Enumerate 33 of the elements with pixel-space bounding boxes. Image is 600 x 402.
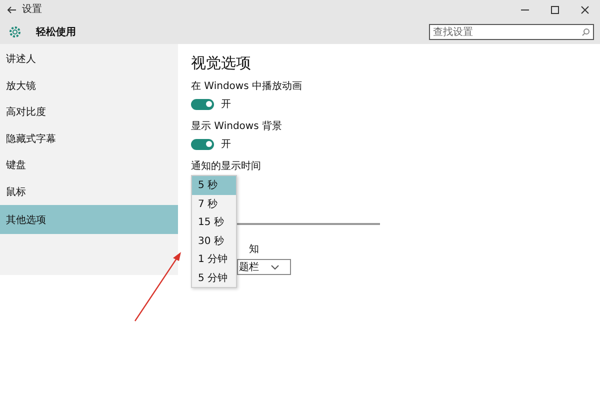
toggle-state: 开 bbox=[221, 98, 231, 111]
window-title: 设置 bbox=[22, 4, 42, 16]
sidebar-item[interactable]: 讲述人 bbox=[0, 46, 178, 72]
dropdown[interactable]: 题栏 bbox=[237, 259, 291, 275]
setting-label: 通知的显示时间 bbox=[191, 161, 262, 173]
menu-option[interactable]: 5 分钟 bbox=[192, 268, 236, 287]
setting-label: 显示 Windows 背景 bbox=[191, 121, 283, 133]
sidebar-item[interactable]: 隐藏式字幕 bbox=[0, 126, 178, 152]
setting-label: 知 bbox=[249, 243, 260, 256]
setting-label: 在 Windows 中播放动画 bbox=[191, 81, 303, 93]
section-heading: 视觉选项 bbox=[191, 54, 252, 73]
gear-icon bbox=[8, 25, 22, 39]
menu-option[interactable]: 15 秒 bbox=[192, 213, 236, 232]
sidebar-item[interactable]: 鼠标 bbox=[0, 178, 178, 205]
sidebar-item[interactable]: 键盘 bbox=[0, 152, 178, 178]
menu-option[interactable]: 1 分钟 bbox=[192, 250, 236, 268]
page-title: 轻松使用 bbox=[36, 26, 77, 39]
annotation-arrow bbox=[134, 252, 181, 322]
menu-option[interactable]: 5 秒 bbox=[192, 176, 236, 194]
sidebar-item[interactable]: 高对比度 bbox=[0, 99, 178, 126]
search-icon[interactable] bbox=[582, 28, 590, 36]
toggle-switch[interactable] bbox=[191, 98, 214, 110]
menu-option[interactable]: 7 秒 bbox=[192, 194, 236, 213]
toggle-switch[interactable] bbox=[191, 138, 214, 150]
back-icon[interactable] bbox=[6, 6, 16, 14]
toggle-state: 开 bbox=[221, 138, 231, 151]
maximize-icon[interactable] bbox=[550, 5, 560, 15]
chevron-down-icon bbox=[271, 264, 279, 270]
menu-option[interactable]: 30 秒 bbox=[192, 232, 236, 250]
sidebar-item[interactable]: 其他选项 bbox=[0, 205, 178, 234]
search-field[interactable]: 查找设置 bbox=[429, 24, 594, 40]
close-icon[interactable] bbox=[580, 5, 590, 15]
sidebar-item[interactable]: 放大镜 bbox=[0, 72, 178, 99]
